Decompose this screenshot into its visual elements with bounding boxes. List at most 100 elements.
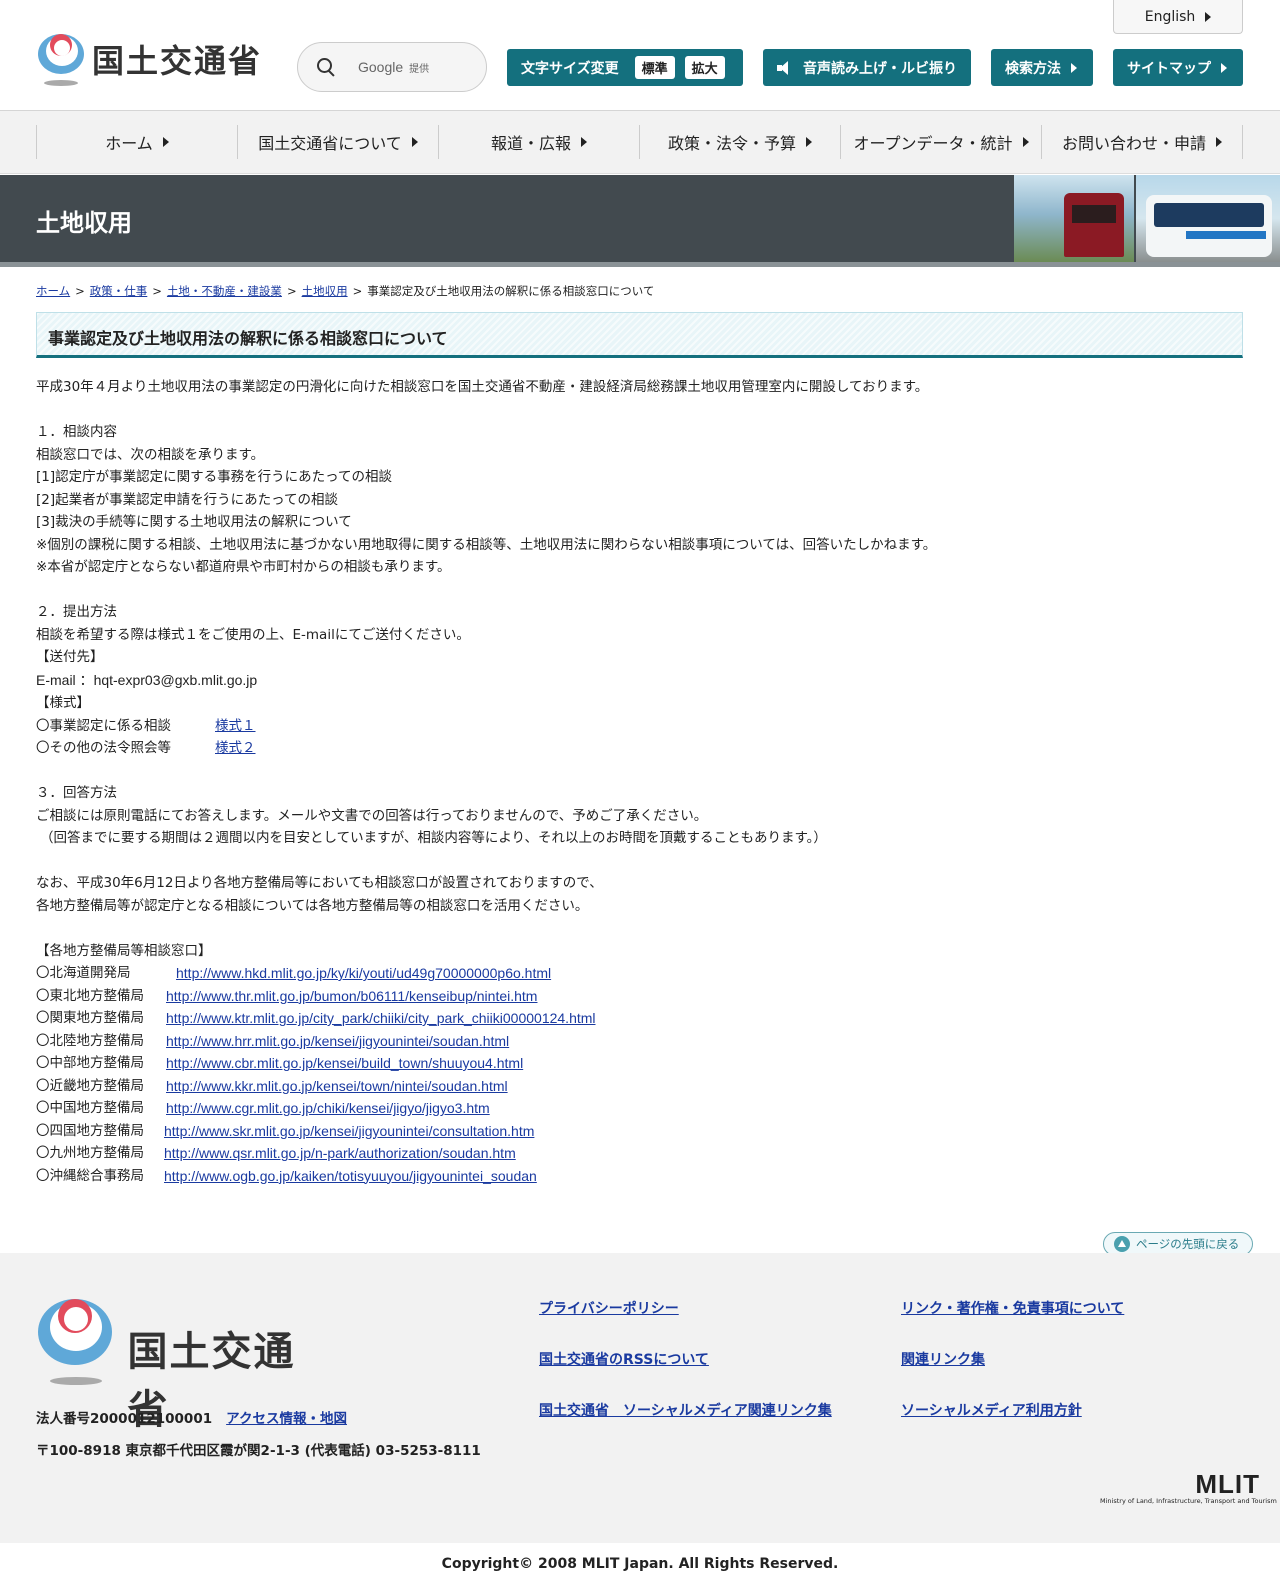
social-media-links-link[interactable]: 国土交通省 ソーシャルメディア関連リンク集 xyxy=(539,1400,832,1420)
main-content: 平成30年４月より土地収用法の事業認定の円滑化に向けた相談窓口を国土交通省不動産… xyxy=(36,376,1243,1187)
form-row-label: 〇その他の法令照会等 xyxy=(36,740,171,756)
triangle-right-icon xyxy=(1071,62,1077,73)
bus-photo xyxy=(1136,175,1280,262)
triangle-right-icon xyxy=(411,137,418,147)
breadcrumb-link-home[interactable]: ホーム xyxy=(36,284,70,298)
logo-text: 国土交通省 xyxy=(92,42,263,80)
regional-office-link[interactable]: http://www.ogb.go.jp/kaiken/totisyuuyou/… xyxy=(164,1165,537,1188)
triangle-right-icon xyxy=(806,137,812,147)
search-help-button[interactable]: 検索方法 xyxy=(991,49,1093,86)
regional-row: 〇近畿地方整備局 http://www.kkr.mlit.go.jp/kensei… xyxy=(36,1075,1243,1098)
google-label: Google xyxy=(358,59,404,75)
breadcrumb-link-expropriation[interactable]: 土地収用 xyxy=(302,284,348,298)
regional-row: 〇四国地方整備局 http://www.skr.mlit.go.jp/kensei… xyxy=(36,1120,1243,1143)
regional-office-link[interactable]: http://www.skr.mlit.go.jp/kensei/jigyoun… xyxy=(164,1120,534,1143)
site-logo[interactable]: 国土交通省 xyxy=(36,32,266,88)
regional-office-label: 〇中国地方整備局 xyxy=(36,1100,144,1116)
form1-link[interactable]: 様式１ xyxy=(215,715,256,738)
regional-office-label: 〇沖縄総合事務局 xyxy=(36,1167,144,1184)
rss-link[interactable]: 国土交通省のRSSについて xyxy=(539,1349,709,1369)
regional-office-link[interactable]: http://www.ktr.mlit.go.jp/city_park/chii… xyxy=(166,1007,596,1030)
section1-line: ※個別の課税に関する相談、土地収用法に基づかない用地取得に関する相談等、土地収用… xyxy=(36,536,937,553)
section1-line: 相談窓口では、次の相談を承ります。 xyxy=(36,446,265,463)
send-to-label: 【送付先】 xyxy=(36,649,104,665)
regional-office-label: 〇九州地方整備局 xyxy=(36,1145,144,1161)
nav-item-contact[interactable]: お問い合わせ・申請 xyxy=(1041,125,1243,159)
section3-line: （回答までに要する期間は２週間以内を目安としていますが、相談内容等により、それ以… xyxy=(40,830,827,846)
breadcrumb-link-land[interactable]: 土地・不動産・建設業 xyxy=(167,284,282,298)
related-links-link[interactable]: 関連リンク集 xyxy=(901,1349,985,1369)
train-photo xyxy=(1014,175,1134,262)
regional-office-label: 〇東北地方整備局 xyxy=(36,987,144,1004)
global-nav: ホーム 国土交通省について 報道・広報 政策・法令・予算 オープンデータ・統計 … xyxy=(0,111,1280,174)
access-map-link[interactable]: アクセス情報・地図 xyxy=(226,1411,347,1427)
regional-office-label: 〇関東地方整備局 xyxy=(36,1010,144,1026)
regional-row: 〇東北地方整備局 http://www.thr.mlit.go.jp/bumon/… xyxy=(36,985,1243,1008)
copyright-disclaimer-link[interactable]: リンク・著作権・免責事項について xyxy=(901,1298,1124,1318)
regional-office-link[interactable]: http://www.kkr.mlit.go.jp/kensei/town/ni… xyxy=(166,1075,508,1098)
nav-item-home[interactable]: ホーム xyxy=(36,125,237,159)
privacy-policy-link[interactable]: プライバシーポリシー xyxy=(539,1298,679,1318)
mlit-logo-icon xyxy=(36,1297,113,1387)
email-address: hqt-expr03@gxb.mlit.go.jp xyxy=(93,671,258,688)
intro-text: 平成30年４月より土地収用法の事業認定の円滑化に向けた相談窓口を国土交通省不動産… xyxy=(36,379,929,395)
regional-row: 〇北陸地方整備局 http://www.hrr.mlit.go.jp/kensei… xyxy=(36,1030,1243,1053)
form2-link[interactable]: 様式２ xyxy=(215,737,256,760)
section3-line: ご相談には原則電話にてお答えします。メールや文書での回答は行っておりませんので、… xyxy=(36,807,708,824)
banner-photos xyxy=(1000,175,1280,262)
font-size-large-button[interactable]: 拡大 xyxy=(684,56,725,79)
font-size-control: 文字サイズ変更 標準 拡大 xyxy=(507,49,743,86)
regional-office-label: 〇北陸地方整備局 xyxy=(36,1032,144,1049)
nav-item-policy[interactable]: 政策・法令・予算 xyxy=(639,125,840,159)
regional-row: 〇中国地方整備局 http://www.cgr.mlit.go.jp/chiki/… xyxy=(36,1097,1243,1120)
mlit-wordmark: MLIT Ministry of Land, Infrastructure, T… xyxy=(1100,1469,1277,1505)
english-label: English xyxy=(1144,8,1196,25)
section2-line: 相談を希望する際は様式１をご使用の上、E-mailにてご送付ください。 xyxy=(36,626,470,643)
section1-line: [1]認定庁が事業認定に関する事務を行うにあたっての相談 xyxy=(36,469,392,485)
email-prefix: E-mail ： xyxy=(36,671,94,688)
mlit-wordmark-sub: Ministry of Land, Infrastructure, Transp… xyxy=(1100,1497,1277,1505)
section1-line: [2]起業者が事業認定申請を行うにあたっての相談 xyxy=(36,491,338,508)
nav-item-opendata[interactable]: オープンデータ・統計 xyxy=(840,125,1041,159)
arrow-up-icon xyxy=(1114,1236,1130,1252)
nav-item-about[interactable]: 国土交通省について xyxy=(237,125,438,159)
triangle-right-icon xyxy=(1221,62,1227,73)
regional-office-link[interactable]: http://www.cbr.mlit.go.jp/kensei/build_t… xyxy=(166,1052,523,1075)
mlit-wordmark-text: MLIT xyxy=(1195,1469,1260,1499)
page-title-box: 事業認定及び土地収用法の解釈に係る相談窓口について xyxy=(36,312,1243,358)
sitemap-label: サイトマップ xyxy=(1127,60,1211,77)
triangle-right-icon xyxy=(1205,11,1212,22)
page-title: 事業認定及び土地収用法の解釈に係る相談窓口について xyxy=(48,329,448,348)
footer-logo[interactable]: 国土交通省 xyxy=(36,1297,336,1433)
nav-item-press[interactable]: 報道・広報 xyxy=(438,125,639,159)
form-row-label: 〇事業認定に係る相談 xyxy=(36,717,171,734)
section3-heading: ３．回答方法 xyxy=(36,785,117,801)
section1-heading: １．相談内容 xyxy=(36,424,117,440)
regional-office-link[interactable]: http://www.hkd.mlit.go.jp/ky/ki/youti/ud… xyxy=(176,962,551,985)
english-button[interactable]: English xyxy=(1113,0,1243,34)
regional-office-label: 〇近畿地方整備局 xyxy=(36,1077,144,1094)
sitemap-button[interactable]: サイトマップ xyxy=(1113,49,1243,86)
corporate-number: 法人番号2000012100001 アクセス情報・地図 xyxy=(36,1407,347,1427)
speaker-icon xyxy=(777,60,793,75)
regional-row: 〇沖縄総合事務局 http://www.ogb.go.jp/kaiken/toti… xyxy=(36,1165,1243,1188)
form-label: 【様式】 xyxy=(36,695,90,711)
section2-heading: ２．提出方法 xyxy=(36,604,117,620)
search-input[interactable]: Google 提供 xyxy=(297,42,487,92)
triangle-right-icon xyxy=(1216,137,1222,147)
regional-office-label: 〇四国地方整備局 xyxy=(36,1122,144,1139)
regional-office-link[interactable]: http://www.qsr.mlit.go.jp/n-park/authori… xyxy=(164,1142,516,1165)
regional-row: 〇北海道開発局 http://www.hkd.mlit.go.jp/ky/ki/y… xyxy=(36,962,1243,985)
regional-office-link[interactable]: http://www.thr.mlit.go.jp/bumon/b06111/k… xyxy=(166,985,537,1008)
banner-title: 土地収用 xyxy=(36,209,132,237)
regional-office-link[interactable]: http://www.cgr.mlit.go.jp/chiki/kensei/j… xyxy=(166,1097,490,1120)
triangle-right-icon xyxy=(162,137,169,147)
social-media-policy-link[interactable]: ソーシャルメディア利用方針 xyxy=(901,1400,1082,1420)
regional-office-link[interactable]: http://www.hrr.mlit.go.jp/kensei/jigyoun… xyxy=(166,1030,509,1053)
search-icon[interactable] xyxy=(316,57,336,77)
speech-ruby-button[interactable]: 音声読み上げ・ルビ振り xyxy=(763,49,971,86)
font-size-standard-button[interactable]: 標準 xyxy=(634,56,675,79)
breadcrumb-link-policy[interactable]: 政策・仕事 xyxy=(90,284,148,298)
regional-heading: 【各地方整備局等相談窓口】 xyxy=(36,942,212,959)
breadcrumb: ホーム > 政策・仕事 > 土地・不動産・建設業 > 土地収用 > 事業認定及び土地収用法の解釈… xyxy=(36,284,655,298)
